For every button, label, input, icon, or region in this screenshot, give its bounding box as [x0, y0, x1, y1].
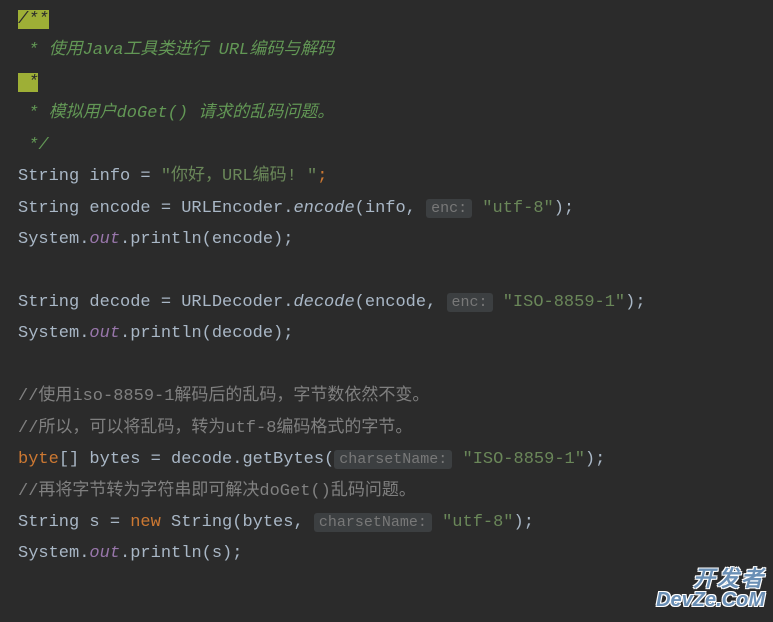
inline-comment: //所以，可以将乱码，转为utf-8编码格式的字节。	[18, 419, 412, 438]
code-line-comment: *	[18, 67, 755, 98]
code-text: String encode = URLEncoder.	[18, 199, 293, 218]
method-name: encode	[293, 199, 354, 218]
code-line: byte[] bytes = decode.getBytes(charsetNa…	[18, 444, 755, 475]
string-literal: "你好，URL编码! "	[161, 167, 317, 186]
code-text: System.	[18, 230, 89, 249]
comment-token: /**	[18, 10, 49, 29]
code-text: );	[514, 513, 534, 532]
param-hint: charsetName:	[334, 450, 452, 469]
code-line-comment: //使用iso-8859-1解码后的乱码，字节数依然不变。	[18, 381, 755, 412]
string-literal: "ISO-8859-1"	[493, 293, 626, 312]
code-line-blank	[18, 350, 755, 381]
code-line-comment-end: */	[18, 130, 755, 161]
code-text: (encode,	[355, 293, 447, 312]
code-line: System.out.println(decode);	[18, 318, 755, 349]
code-text: String s =	[18, 513, 130, 532]
keyword: new	[130, 513, 171, 532]
code-text: [] bytes = decode.getBytes(	[59, 450, 334, 469]
code-text: (info,	[355, 199, 426, 218]
code-text: String info =	[18, 167, 161, 186]
code-text: );	[554, 199, 574, 218]
code-line-comment: //所以，可以将乱码，转为utf-8编码格式的字节。	[18, 413, 755, 444]
semicolon: ;	[317, 167, 327, 186]
watermark: 开发者 DevZe.CoM	[656, 568, 765, 610]
method-name: decode	[293, 293, 354, 312]
code-text: String decode = URLDecoder.	[18, 293, 293, 312]
comment-text: * 模拟用户doGet() 请求的乱码问题。	[18, 104, 334, 123]
code-line-blank	[18, 256, 755, 287]
code-line-comment-start: /**	[18, 4, 755, 35]
code-line: String info = "你好，URL编码! ";	[18, 161, 755, 192]
param-hint: enc:	[426, 199, 472, 218]
static-field: out	[89, 324, 120, 343]
code-text: );	[585, 450, 605, 469]
string-literal: "utf-8"	[472, 199, 554, 218]
comment-text: * 使用Java工具类进行 URL编码与解码	[18, 41, 334, 60]
static-field: out	[89, 544, 120, 563]
code-line-comment: * 模拟用户doGet() 请求的乱码问题。	[18, 98, 755, 129]
comment-token: *	[18, 73, 38, 92]
watermark-line2: DevZe.CoM	[656, 590, 765, 610]
keyword: byte	[18, 450, 59, 469]
code-text: String(bytes,	[171, 513, 314, 532]
string-literal: "utf-8"	[432, 513, 514, 532]
comment-token: */	[18, 136, 49, 155]
param-hint: enc:	[447, 293, 493, 312]
code-line: String decode = URLDecoder.decode(encode…	[18, 287, 755, 318]
code-text: .println(decode);	[120, 324, 293, 343]
code-text: );	[625, 293, 645, 312]
inline-comment: //使用iso-8859-1解码后的乱码，字节数依然不变。	[18, 387, 429, 406]
code-text: .println(encode);	[120, 230, 293, 249]
watermark-line1: 开发者	[656, 568, 765, 590]
code-line: String s = new String(bytes, charsetName…	[18, 507, 755, 538]
code-line-comment: //再将字节转为字符串即可解决doGet()乱码问题。	[18, 476, 755, 507]
code-text: .println(s);	[120, 544, 242, 563]
string-literal: "ISO-8859-1"	[452, 450, 585, 469]
code-line: System.out.println(encode);	[18, 224, 755, 255]
static-field: out	[89, 230, 120, 249]
code-line-comment: * 使用Java工具类进行 URL编码与解码	[18, 35, 755, 66]
code-text: System.	[18, 324, 89, 343]
code-line: String encode = URLEncoder.encode(info, …	[18, 193, 755, 224]
inline-comment: //再将字节转为字符串即可解决doGet()乱码问题。	[18, 482, 416, 501]
code-text: System.	[18, 544, 89, 563]
param-hint: charsetName:	[314, 513, 432, 532]
code-line: System.out.println(s);	[18, 538, 755, 569]
